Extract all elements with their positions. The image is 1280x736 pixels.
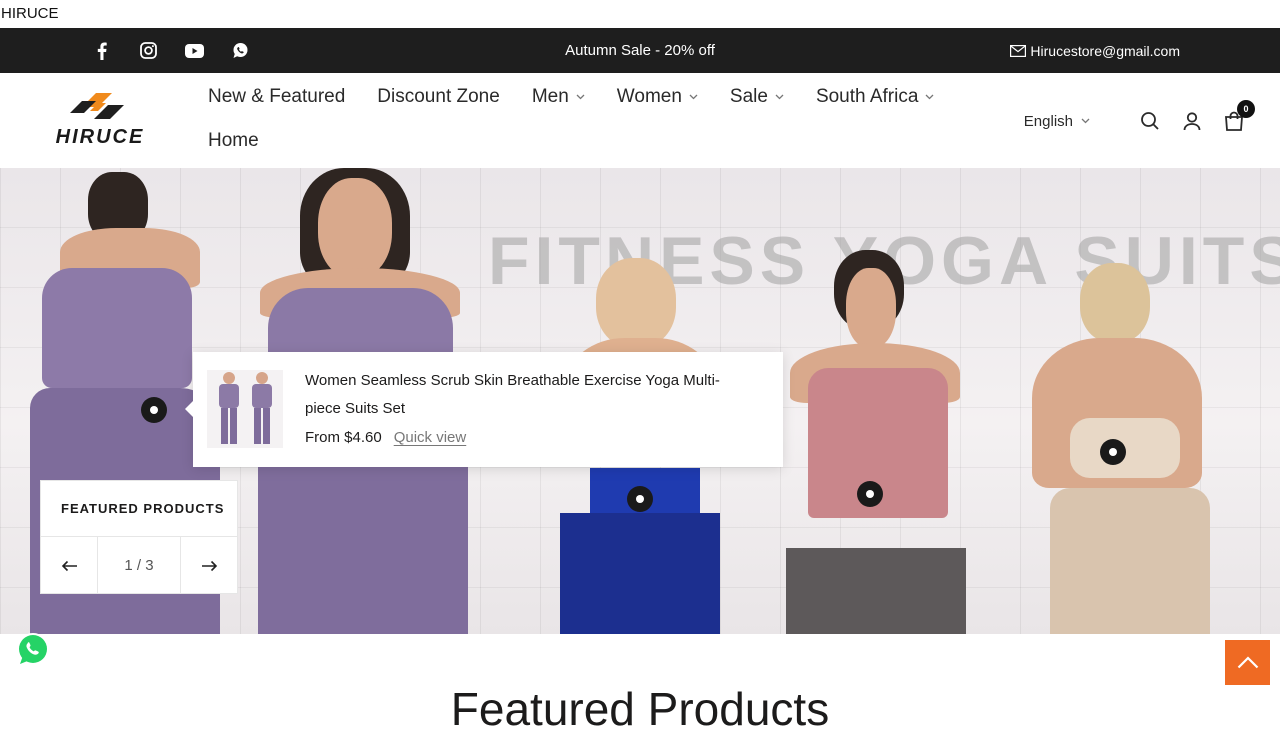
- announcement-bar: Autumn Sale - 20% off Hirucestore@gmail.…: [0, 28, 1280, 73]
- logo-text: HIRUCE: [56, 126, 145, 148]
- header-actions: English 0: [1024, 100, 1255, 139]
- mail-icon: [1010, 44, 1027, 57]
- section-title: Featured Products: [450, 683, 830, 735]
- featured-products-nav: FEATURED PRODUCTS 1 / 3: [40, 480, 238, 594]
- nav-label: South Africa: [815, 86, 919, 107]
- email-text: Hirucestore@gmail.com: [1030, 42, 1180, 59]
- chevron-down-icon: [925, 94, 934, 100]
- product-thumbnail[interactable]: [207, 370, 283, 448]
- nav-label: Discount Zone: [377, 86, 500, 107]
- hero-banner: FITNESS YOGA SUITS: [0, 168, 1280, 634]
- nav-label: Men: [531, 86, 569, 107]
- product-hotspot[interactable]: [1100, 439, 1126, 465]
- search-icon[interactable]: [1138, 109, 1162, 133]
- logo[interactable]: HIRUCE: [46, 91, 154, 149]
- nav-discount-zone[interactable]: Discount Zone: [377, 86, 500, 108]
- language-selector[interactable]: English: [1024, 113, 1090, 130]
- email-link[interactable]: Hirucestore@gmail.com: [1010, 28, 1180, 73]
- nav-home[interactable]: Home: [208, 130, 259, 152]
- next-button[interactable]: [181, 537, 237, 594]
- youtube-icon[interactable]: [184, 41, 204, 61]
- arrow-left-icon: [61, 560, 78, 572]
- nav-label: New & Featured: [208, 86, 346, 107]
- facebook-icon[interactable]: [92, 41, 112, 61]
- cart-icon[interactable]: 0: [1222, 100, 1255, 133]
- instagram-icon[interactable]: [138, 41, 158, 61]
- product-hotspot[interactable]: [141, 397, 167, 423]
- language-label: English: [1023, 112, 1073, 130]
- prev-button[interactable]: [41, 537, 97, 594]
- whatsapp-icon[interactable]: [230, 41, 250, 61]
- chevron-down-icon: [689, 94, 698, 100]
- site-header: HIRUCE New & Featured Discount Zone Men …: [0, 73, 1280, 168]
- product-popup[interactable]: Women Seamless Scrub Skin Breathable Exe…: [185, 352, 783, 467]
- pager-count: 1 / 3: [97, 537, 181, 594]
- whatsapp-icon: [14, 631, 52, 674]
- chevron-down-icon: [576, 94, 585, 100]
- social-links: [92, 28, 250, 73]
- quick-view-link[interactable]: Quick view: [394, 424, 467, 452]
- nav-new-featured[interactable]: New & Featured: [208, 86, 345, 108]
- announcement-text[interactable]: Autumn Sale - 20% off: [565, 42, 715, 59]
- nav-south-africa[interactable]: South Africa: [816, 86, 934, 108]
- arrow-right-icon: [201, 560, 218, 572]
- nav-sale[interactable]: Sale: [730, 86, 784, 108]
- nav-men[interactable]: Men: [532, 86, 585, 108]
- product-price: From $4.60: [305, 429, 382, 446]
- product-name[interactable]: Women Seamless Scrub Skin Breathable Exe…: [305, 367, 745, 423]
- chevron-up-icon: [1237, 656, 1259, 669]
- back-to-top-button[interactable]: [1225, 640, 1270, 685]
- nav-label: Sale: [729, 86, 768, 107]
- nav-label: Women: [616, 86, 682, 107]
- whatsapp-chat-button[interactable]: [14, 631, 52, 669]
- account-icon[interactable]: [1180, 109, 1204, 133]
- chevron-down-icon: [1081, 118, 1090, 124]
- cart-count-badge: 0: [1237, 100, 1255, 118]
- nav-women[interactable]: Women: [617, 86, 698, 108]
- site-title: HIRUCE: [1, 5, 59, 22]
- main-nav: New & Featured Discount Zone Men Women S…: [208, 73, 1008, 163]
- chevron-down-icon: [775, 94, 784, 100]
- nav-label: Home: [208, 130, 259, 151]
- product-hotspot[interactable]: [857, 481, 883, 507]
- product-hotspot[interactable]: [627, 486, 653, 512]
- featured-products-label: FEATURED PRODUCTS: [41, 481, 237, 537]
